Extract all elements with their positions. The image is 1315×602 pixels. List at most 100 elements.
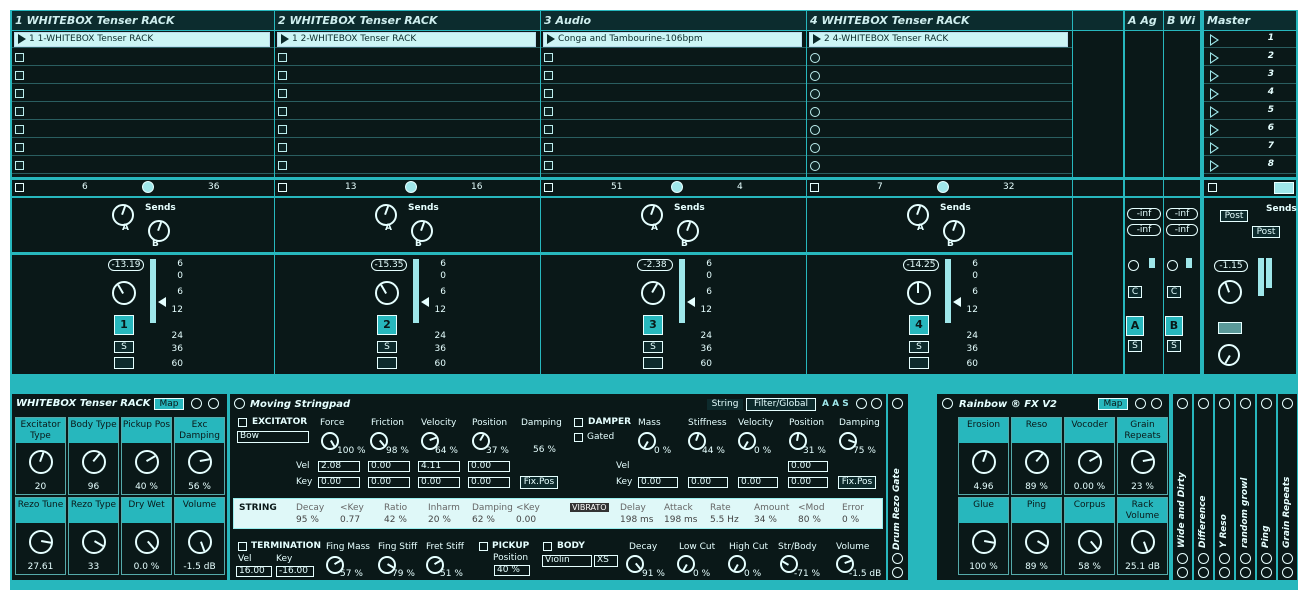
clip-stop-icon[interactable] — [810, 161, 820, 171]
clip-slot[interactable] — [12, 139, 274, 156]
termination-vel-field[interactable]: 16.00 — [236, 566, 272, 577]
position-key-field[interactable]: 0.00 — [468, 477, 510, 488]
rack-map-button[interactable]: Map — [154, 398, 184, 410]
clip-stop-icon[interactable] — [544, 89, 553, 98]
clip-stop-icon[interactable] — [544, 125, 553, 134]
fx-hotswap-icon[interactable] — [1198, 553, 1209, 564]
damper-toggle[interactable] — [574, 418, 583, 427]
excitator-toggle[interactable] — [238, 418, 247, 427]
track-activator-button[interactable]: 1 — [114, 315, 134, 335]
pan-knob[interactable] — [907, 281, 931, 305]
stringpad-save-icon[interactable] — [871, 398, 882, 409]
track-activator-button[interactable]: 2 — [377, 315, 397, 335]
track-stop-button[interactable] — [544, 183, 553, 192]
return-b-header[interactable]: B Wi — [1164, 11, 1200, 30]
clip-slot[interactable] — [807, 49, 1072, 66]
macro-control[interactable]: Grain Repeats 23 % — [1117, 417, 1168, 495]
fader-handle[interactable] — [158, 297, 166, 307]
fx-power-icon[interactable] — [1198, 398, 1209, 409]
damper-vel-key-field[interactable]: 0.00 — [738, 477, 778, 488]
clip-play-icon[interactable] — [547, 33, 555, 44]
clip-play-icon[interactable] — [813, 33, 821, 44]
damper-position-vel-field[interactable]: 0.00 — [788, 461, 828, 472]
clip-slot[interactable]: 1 1-WHITEBOX Tenser RACK — [12, 31, 274, 48]
fx-power-icon[interactable] — [1240, 398, 1251, 409]
clip-slot[interactable] — [541, 121, 806, 138]
arm-button[interactable] — [114, 357, 134, 369]
clip[interactable]: Conga and Tambourine-106bpm — [543, 32, 802, 47]
return-b-pan[interactable] — [1167, 260, 1178, 271]
scene-launch-icon[interactable] — [1210, 70, 1219, 82]
scene-row[interactable]: 3 — [1204, 67, 1296, 84]
fx-save-icon[interactable] — [1219, 567, 1230, 578]
clip-slot[interactable]: 1 2-WHITEBOX Tenser RACK — [275, 31, 540, 48]
pan-knob[interactable] — [641, 281, 665, 305]
track-1-header[interactable]: 1 WHITEBOX Tenser RACK — [12, 11, 274, 30]
master-pan-knob[interactable] — [1218, 280, 1242, 304]
clip-stop-icon[interactable] — [15, 125, 24, 134]
clip-stop-icon[interactable] — [278, 71, 287, 80]
clip-slot[interactable] — [275, 103, 540, 120]
fx-power-icon[interactable] — [1282, 398, 1293, 409]
arm-button[interactable] — [643, 357, 663, 369]
return-b-activator[interactable]: B — [1165, 316, 1183, 336]
master-stop-all-button[interactable] — [1208, 183, 1217, 192]
clip-stop-icon[interactable] — [278, 125, 287, 134]
clip-slot[interactable] — [12, 85, 274, 102]
return-a-header[interactable]: A Ag — [1125, 11, 1163, 30]
clip-slot[interactable] — [807, 157, 1072, 174]
clip-slot[interactable] — [275, 157, 540, 174]
clip-slot[interactable] — [541, 103, 806, 120]
clip-slot[interactable] — [807, 85, 1072, 102]
master-cue-button[interactable] — [1218, 322, 1242, 334]
return-b-crossfade[interactable]: C — [1167, 286, 1181, 298]
clip-play-icon[interactable] — [18, 33, 26, 44]
solo-button[interactable]: S — [114, 341, 134, 353]
vibrato-param-value[interactable]: 80 % — [798, 515, 821, 525]
return-a-pan[interactable] — [1128, 260, 1139, 271]
clip-slot[interactable] — [541, 85, 806, 102]
macro-knob[interactable] — [29, 530, 53, 554]
solo-button[interactable]: S — [909, 341, 929, 353]
track-activator-button[interactable]: 3 — [643, 315, 663, 335]
clip-stop-icon[interactable] — [544, 71, 553, 80]
fx-title[interactable]: random growl — [1240, 440, 1250, 548]
arm-button[interactable] — [909, 357, 929, 369]
volume-value[interactable]: -14.25 — [903, 259, 939, 271]
clip-slot[interactable] — [541, 49, 806, 66]
volume-value[interactable]: -2.38 — [637, 259, 673, 271]
clip[interactable]: 1 1-WHITEBOX Tenser RACK — [14, 32, 270, 47]
rainbow-save-icon[interactable] — [1151, 398, 1162, 409]
macro-control[interactable]: Volume -1.5 dB — [174, 497, 225, 575]
macro-control[interactable]: Erosion 4.96 — [958, 417, 1009, 495]
track-3-header[interactable]: 3 Audio — [541, 11, 806, 30]
macro-knob[interactable] — [135, 450, 159, 474]
rainbow-power-icon[interactable] — [942, 398, 953, 409]
cue-volume-knob[interactable] — [1218, 344, 1240, 366]
fx-save-icon[interactable] — [1282, 567, 1293, 578]
gated-toggle[interactable] — [574, 433, 583, 442]
scene-launch-icon[interactable] — [1274, 182, 1294, 194]
vibrato-param-value[interactable]: 0 % — [842, 515, 859, 525]
macro-control[interactable]: Rezo Type 33 — [68, 497, 119, 575]
master-header[interactable]: Master — [1204, 11, 1296, 30]
macro-control[interactable]: Vocoder 0.00 % — [1064, 417, 1115, 495]
clip-slot[interactable] — [807, 121, 1072, 138]
crossfade-knob[interactable] — [405, 181, 417, 193]
clip[interactable]: 1 2-WHITEBOX Tenser RACK — [277, 32, 536, 47]
string-param-value[interactable]: 0.00 — [516, 515, 536, 525]
fx-title[interactable]: Grain Repeats — [1282, 440, 1292, 548]
clip-stop-icon[interactable] — [15, 143, 24, 152]
io-left-value[interactable]: 7 — [877, 182, 883, 192]
macro-control[interactable]: Exc Damping 56 % — [174, 417, 225, 495]
velocity-vel-field[interactable]: 4.11 — [418, 461, 460, 472]
clip-slot[interactable]: 2 4-WHITEBOX Tenser RACK — [807, 31, 1072, 48]
tab-filter-global[interactable]: Filter/Global — [746, 398, 816, 411]
string-param-value[interactable]: 20 % — [428, 515, 451, 525]
io-left-value[interactable]: 13 — [345, 182, 356, 192]
pickup-position-field[interactable]: 40 % — [494, 565, 530, 576]
friction-key-field[interactable]: 0.00 — [368, 477, 410, 488]
io-right-value[interactable]: 16 — [471, 182, 482, 192]
clip-stop-icon[interactable] — [810, 125, 820, 135]
macro-control[interactable]: Glue 100 % — [958, 497, 1009, 575]
